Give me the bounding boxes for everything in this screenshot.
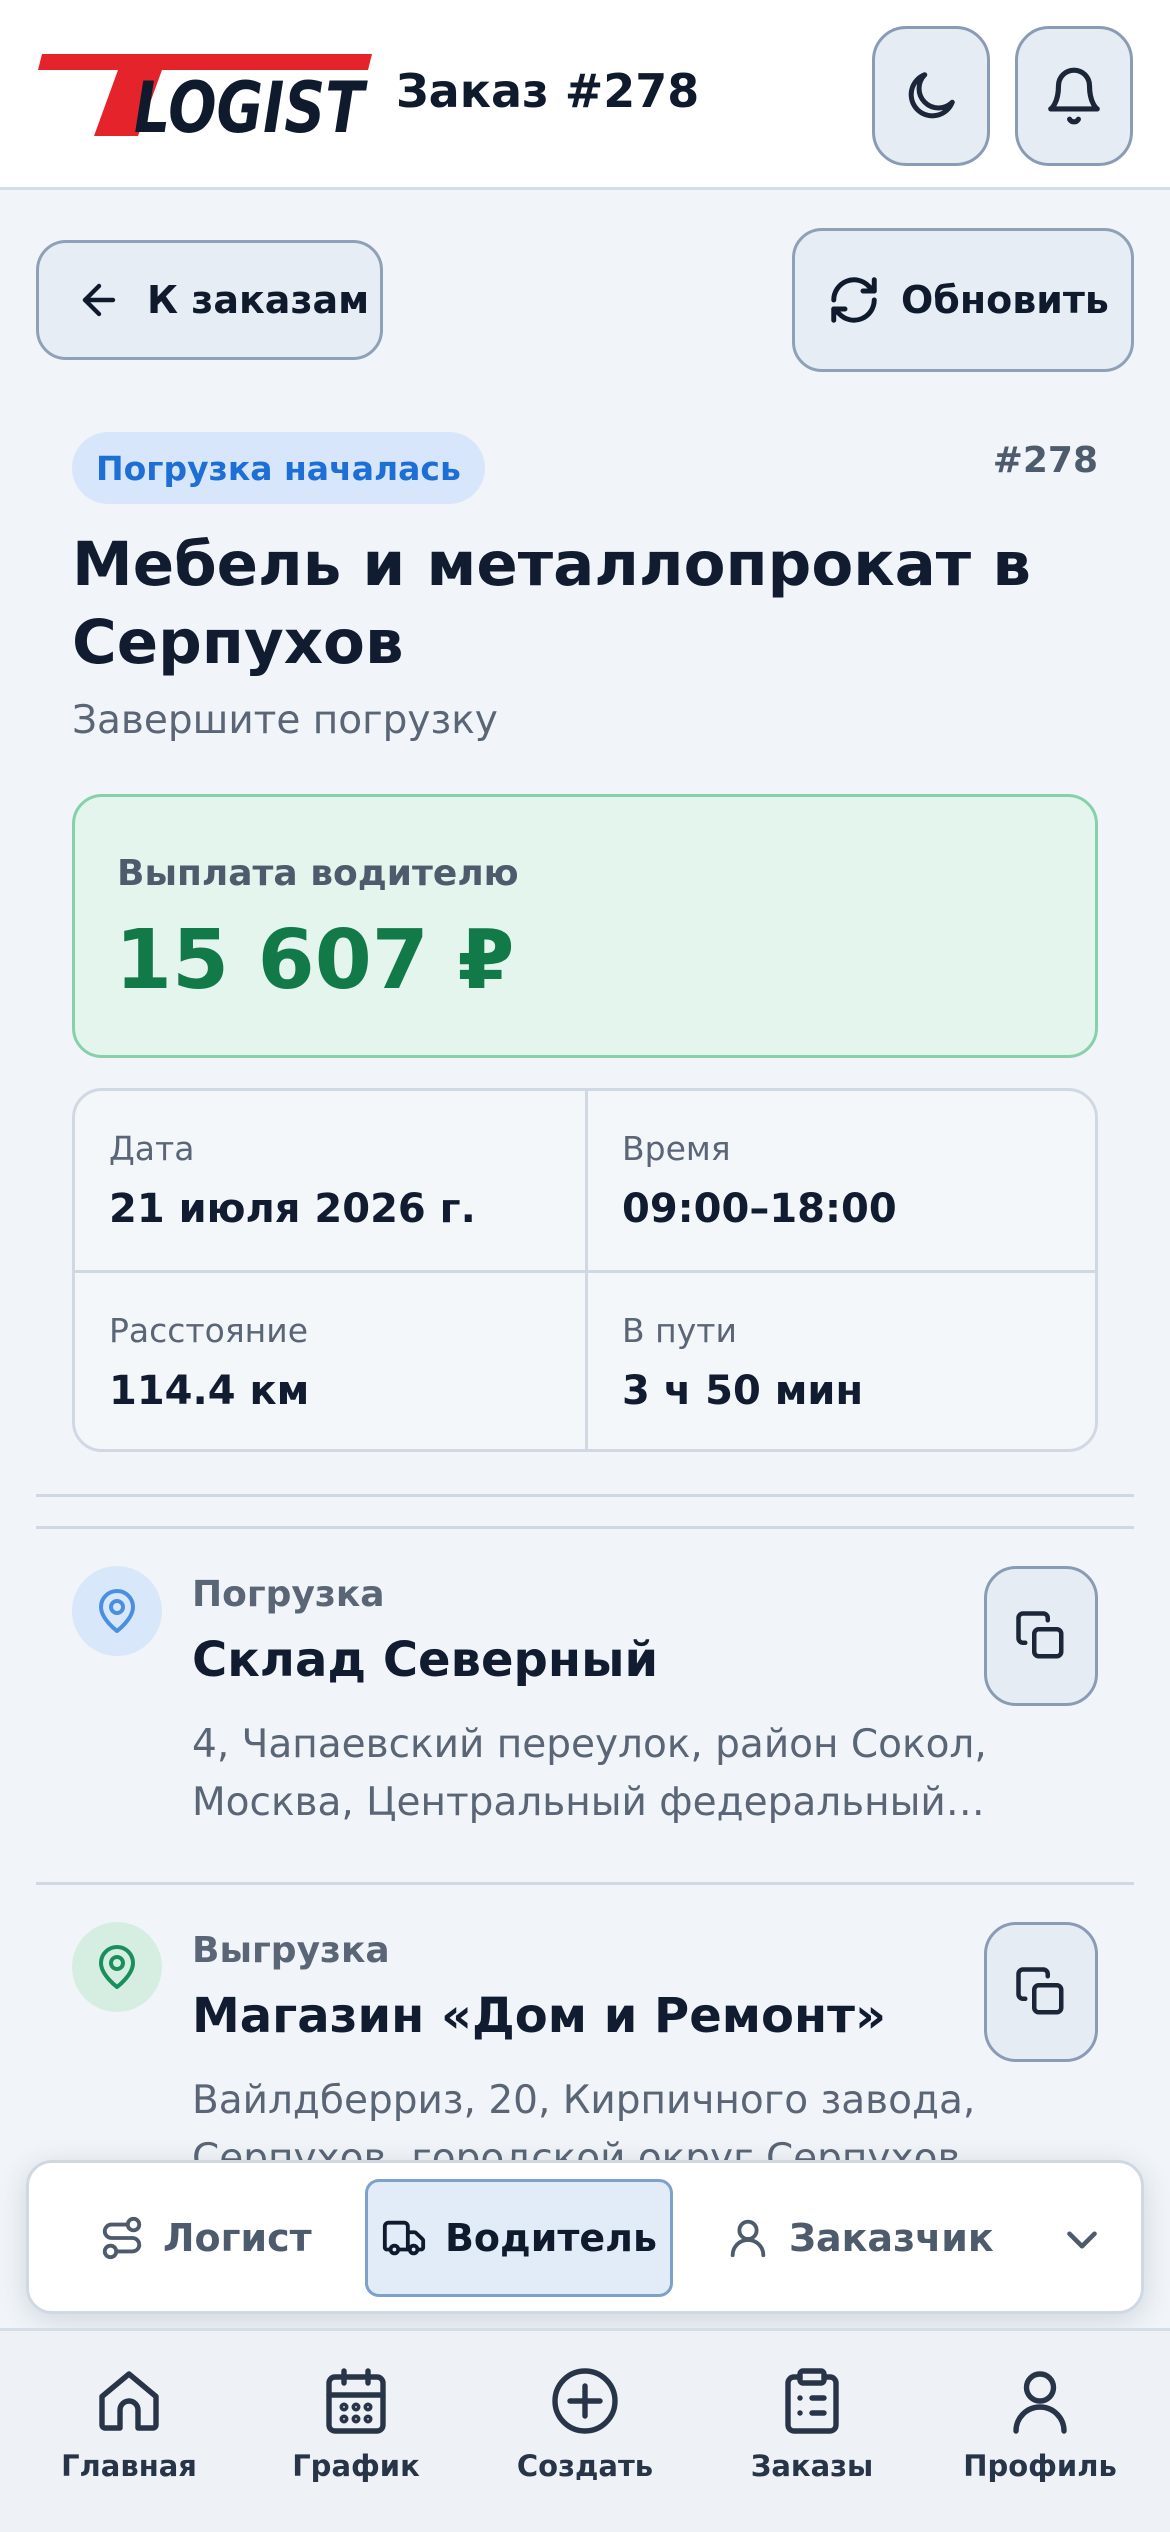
refresh-button-label: Обновить [901,278,1109,322]
time-label: Время [622,1129,731,1168]
app-header: LOGIST Заказ #278 [0,0,1170,190]
distance-label: Расстояние [109,1311,308,1350]
duration-value: 3 ч 50 мин [622,1368,864,1414]
time-cell: Время 09:00–18:00 [585,1091,1095,1270]
user-icon [1013,2371,1067,2434]
notifications-button[interactable] [1015,26,1133,166]
date-label: Дата [109,1129,195,1168]
stop-name: Магазин «Дом и Ремонт» [192,1988,886,2044]
moon-icon [908,72,955,119]
role-driver-button[interactable]: Водитель [365,2179,673,2297]
section-divider [36,1526,1134,1529]
section-divider [36,1494,1134,1497]
chevron-down-icon[interactable] [1057,2215,1107,2265]
date-cell: Дата 21 июля 2026 г. [75,1091,585,1270]
map-pin-icon [72,1922,162,2012]
stop-type: Выгрузка [192,1930,390,1971]
nav-profile[interactable]: Профиль [930,2365,1150,2483]
status-badge: Погрузка началась [72,432,485,504]
order-info-grid: Дата 21 июля 2026 г. Время 09:00–18:00 Р… [72,1088,1098,1452]
role-client-label: Заказчик [789,2216,994,2260]
copy-address-button[interactable] [984,1922,1098,2062]
calendar-icon [326,2368,386,2434]
back-button-label: К заказам [147,278,370,322]
nav-home-label: Главная [61,2449,197,2483]
nav-schedule[interactable]: График [246,2365,466,2483]
plus-circle-icon [552,2368,618,2434]
copy-icon [1016,1967,1064,2015]
back-to-orders-button[interactable]: К заказам [36,240,383,360]
stop-address: Вайлдберриз, 20, Кирпичного завода, Серп… [192,2078,976,2162]
refresh-button[interactable]: Обновить [792,228,1134,372]
nav-home[interactable]: Главная [19,2365,239,2483]
nav-profile-label: Профиль [963,2449,1117,2483]
nav-create[interactable]: Создать [475,2365,695,2483]
user-icon [730,2219,766,2258]
route-icon [102,2216,142,2260]
distance-cell: Расстояние 114.4 км [75,1270,585,1449]
role-logist-button[interactable]: Логист [99,2179,312,2297]
page-subtitle: Завершите погрузку [72,698,498,743]
theme-toggle-button[interactable] [872,26,990,166]
role-client-button[interactable]: Заказчик [725,2179,994,2297]
time-value: 09:00–18:00 [622,1186,897,1232]
duration-cell: В пути 3 ч 50 мин [585,1270,1095,1449]
payout-card: Выплата водителю 15 607 ₽ [72,794,1098,1058]
map-pin-icon [72,1566,162,1656]
date-value: 21 июля 2026 г. [109,1186,476,1232]
role-driver-label: Водитель [444,2216,658,2260]
payout-label: Выплата водителю [117,853,519,894]
home-icon [99,2371,159,2431]
header-title: Заказ #278 [396,64,700,118]
payout-value: 15 607 ₽ [115,913,515,1008]
arrow-left-icon [82,283,116,317]
clipboard-list-icon [785,2368,839,2434]
route-stop-loading: Погрузка Склад Северный 4, Чапаевский пе… [36,1566,1134,1886]
nav-orders[interactable]: Заказы [702,2365,922,2483]
role-switcher: Логист Водитель Заказчик [26,2160,1144,2314]
order-number: #278 [992,440,1098,481]
stop-name: Склад Северный [192,1632,659,1688]
nav-orders-label: Заказы [750,2449,874,2483]
bell-icon [1048,67,1100,125]
truck-icon [382,2220,426,2256]
page-title: Мебель и металлопрокат в Серпухов [72,529,1031,678]
route-stop-unloading: Выгрузка Магазин «Дом и Ремонт» Вайлдбер… [36,1922,1134,2162]
copy-address-button[interactable] [984,1566,1098,1706]
stop-type: Погрузка [192,1574,385,1615]
bottom-navigation: Главная График Создать Заказы Профиль [0,2328,1170,2532]
stop-divider [36,1882,1134,1885]
svg-text:LOGIST: LOGIST [134,67,368,138]
role-logist-label: Логист [163,2216,312,2260]
duration-label: В пути [622,1311,737,1350]
nav-schedule-label: График [292,2449,420,2483]
copy-icon [1016,1611,1064,1659]
refresh-icon [831,277,877,323]
nav-create-label: Создать [516,2449,654,2483]
stop-address: 4, Чапаевский переулок, район Сокол, Мос… [192,1722,987,1825]
tlogist-logo[interactable]: LOGIST [34,52,374,138]
distance-value: 114.4 км [109,1368,310,1414]
